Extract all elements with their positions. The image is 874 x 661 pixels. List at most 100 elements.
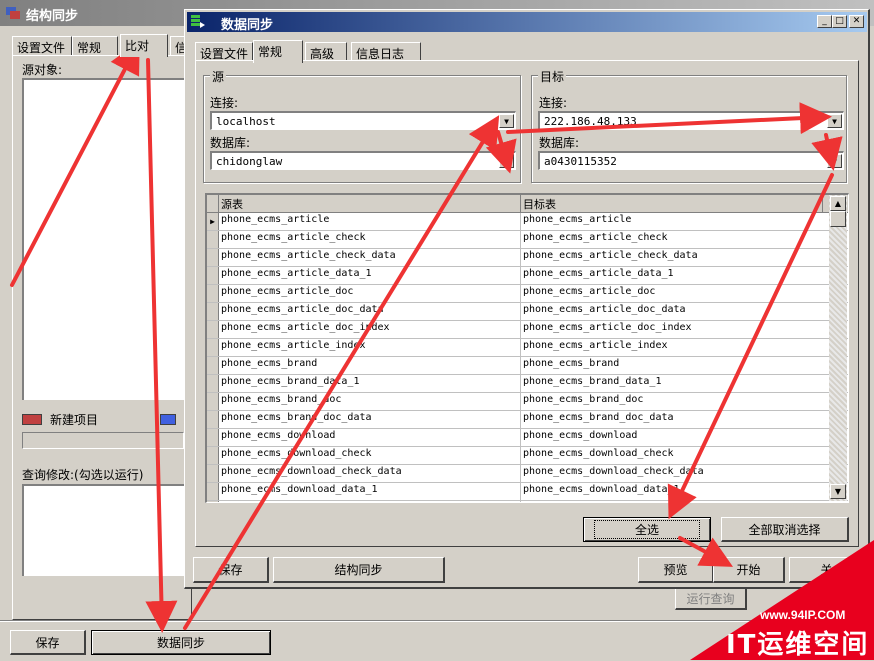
dialog-save-button[interactable]: 保存 — [193, 557, 269, 583]
target-table-cell[interactable]: phone_ecms_article_index — [521, 339, 823, 356]
target-table-cell[interactable]: phone_ecms_article_data_1 — [521, 267, 823, 284]
chevron-down-icon: ▼ — [834, 487, 842, 496]
tab-settings-file[interactable]: 设置文件 — [195, 42, 253, 62]
table-row[interactable]: phone_ecms_article_doc phone_ecms_article… — [207, 285, 848, 303]
table-row[interactable]: ▶ phone_ecms_article phone_ecms_article — [207, 213, 848, 231]
minimize-button[interactable]: _ — [817, 15, 832, 28]
table-row[interactable]: phone_ecms_download_check phone_ecms_down… — [207, 447, 848, 465]
table-row[interactable]: phone_ecms_download phone_ecms_download — [207, 429, 848, 447]
target-table-cell[interactable]: phone_ecms_download_check_data — [521, 465, 823, 482]
scroll-down-button[interactable]: ▼ — [830, 484, 846, 499]
target-table-cell[interactable]: phone_ecms_article_doc_data — [521, 303, 823, 320]
tab-advanced[interactable]: 高级 — [305, 42, 347, 62]
source-table-cell[interactable]: phone_ecms_article_doc_index — [219, 321, 521, 338]
source-table-cell[interactable]: phone_ecms_download_data_1 — [219, 483, 521, 500]
table-row[interactable]: phone_ecms_article_check_data phone_ecms_… — [207, 249, 848, 267]
select-all-button[interactable]: 全选 — [583, 517, 711, 542]
grid-body: ▶ phone_ecms_article phone_ecms_article pho… — [207, 213, 848, 502]
table-row[interactable]: phone_ecms_brand_doc_data phone_ecms_bran… — [207, 411, 848, 429]
source-table-cell[interactable]: phone_ecms_download_check — [219, 447, 521, 464]
source-table-cell[interactable]: phone_ecms_article_check_data — [219, 249, 521, 266]
source-table-cell[interactable]: phone_ecms_brand_doc — [219, 393, 521, 410]
source-database-label: 数据库: — [210, 136, 251, 150]
grid-scrollbar[interactable]: ▲ ▼ — [829, 195, 847, 501]
source-table-cell[interactable]: phone_ecms_article_data_1 — [219, 267, 521, 284]
bg-tab-general[interactable]: 常规 — [72, 36, 118, 56]
source-table-cell[interactable]: phone_ecms_article_doc_data — [219, 303, 521, 320]
close-window-button[interactable]: ✕ — [849, 15, 864, 28]
table-row[interactable]: phone_ecms_article_data_1 phone_ecms_arti… — [207, 267, 848, 285]
source-table-cell[interactable]: phone_ecms_download — [219, 429, 521, 446]
table-row[interactable]: phone_ecms_brand_doc phone_ecms_brand_doc — [207, 393, 848, 411]
chevron-up-icon: ▲ — [834, 199, 842, 208]
target-table-cell[interactable]: phone_ecms_article_doc — [521, 285, 823, 302]
row-indicator — [207, 267, 219, 284]
chevron-down-icon[interactable]: ▼ — [499, 114, 514, 128]
bg-progress-bar — [22, 432, 184, 449]
deselect-all-button[interactable]: 全部取消选择 — [721, 517, 849, 542]
row-pointer-icon: ▶ — [207, 213, 219, 230]
target-table-cell[interactable]: phone_ecms_article_check — [521, 231, 823, 248]
table-row[interactable]: phone_ecms_article_doc_data phone_ecms_ar… — [207, 303, 848, 321]
table-row[interactable]: phone_ecms_download_check_data phone_ecms… — [207, 465, 848, 483]
source-table-cell[interactable]: phone_ecms_article — [219, 213, 521, 230]
chevron-down-icon[interactable]: ▼ — [827, 114, 842, 128]
scroll-up-button[interactable]: ▲ — [830, 196, 846, 211]
scroll-thumb[interactable] — [830, 211, 846, 227]
tab-general[interactable]: 常规 — [253, 40, 303, 63]
dialog-titlebar: 数据同步 _ □ ✕ — [187, 12, 867, 33]
bg-save-button[interactable]: 保存 — [10, 630, 86, 655]
target-table-cell[interactable]: phone_ecms_article_check_data — [521, 249, 823, 266]
table-row[interactable]: phone_ecms_article_doc_index phone_ecms_a… — [207, 321, 848, 339]
target-table-cell[interactable]: phone_ecms_brand_doc_data — [521, 411, 823, 428]
source-table-cell[interactable]: phone_ecms_brand — [219, 357, 521, 374]
table-row[interactable]: phone_ecms_brand_data_1 phone_ecms_brand_… — [207, 375, 848, 393]
target-table-cell[interactable]: phone_ecms_download_check — [521, 447, 823, 464]
source-connection-select[interactable]: localhost ▼ — [210, 111, 516, 130]
grid-header: 源表 目标表 — [207, 195, 848, 213]
grid-header-source[interactable]: 源表 — [219, 195, 521, 212]
source-table-cell[interactable]: phone_ecms_brand_data_1 — [219, 375, 521, 392]
tab-info-log[interactable]: 信息日志 — [351, 42, 421, 62]
target-table-cell[interactable]: phone_ecms_article_doc_index — [521, 321, 823, 338]
target-table-cell[interactable]: phone_ecms_download_doc — [521, 501, 823, 502]
table-row[interactable]: phone_ecms_article_index phone_ecms_artic… — [207, 339, 848, 357]
legend-blue-swatch — [160, 414, 176, 425]
source-table-cell[interactable]: phone_ecms_article_doc — [219, 285, 521, 302]
table-row[interactable]: phone_ecms_download_data_1 phone_ecms_dow… — [207, 483, 848, 501]
table-mapping-grid[interactable]: 源表 目标表 ▶ phone_ecms_article phone_ecms_art… — [205, 193, 849, 503]
minimize-icon: _ — [822, 16, 827, 26]
bg-tab-compare[interactable]: 比对 — [120, 34, 168, 57]
target-table-cell[interactable]: phone_ecms_brand_data_1 — [521, 375, 823, 392]
maximize-button[interactable]: □ — [832, 15, 847, 28]
source-table-cell[interactable]: phone_ecms_brand_doc_data — [219, 411, 521, 428]
structure-sync-button[interactable]: 结构同步 — [273, 557, 445, 583]
target-table-cell[interactable]: phone_ecms_download_data_1 — [521, 483, 823, 500]
target-table-cell[interactable]: phone_ecms_download — [521, 429, 823, 446]
target-table-cell[interactable]: phone_ecms_brand — [521, 357, 823, 374]
table-row[interactable]: phone_ecms_article_check phone_ecms_artic… — [207, 231, 848, 249]
target-connection-select[interactable]: 222.186.48.133 ▼ — [538, 111, 844, 130]
close-icon: ✕ — [852, 16, 861, 26]
row-indicator — [207, 321, 219, 338]
row-indicator — [207, 357, 219, 374]
source-table-cell[interactable]: phone_ecms_article_check — [219, 231, 521, 248]
grid-header-target[interactable]: 目标表 — [521, 195, 823, 212]
source-table-cell[interactable]: phone_ecms_download_check_data — [219, 465, 521, 482]
bg-data-sync-button[interactable]: 数据同步 — [91, 630, 271, 655]
bg-query-modify-list[interactable] — [22, 484, 187, 576]
table-row[interactable]: phone_ecms_download_docphone_ecms_downlo… — [207, 501, 848, 502]
source-table-cell[interactable]: phone_ecms_article_index — [219, 339, 521, 356]
source-table-cell[interactable]: phone_ecms_download_doc — [219, 501, 521, 502]
row-indicator — [207, 447, 219, 464]
target-table-cell[interactable]: phone_ecms_article — [521, 213, 823, 230]
table-row[interactable]: phone_ecms_brand phone_ecms_brand — [207, 357, 848, 375]
target-table-cell[interactable]: phone_ecms_brand_doc — [521, 393, 823, 410]
chevron-down-icon[interactable]: ▼ — [499, 154, 514, 168]
chevron-down-icon[interactable]: ▼ — [827, 154, 842, 168]
bg-window-title: 结构同步 — [26, 9, 79, 24]
target-database-select[interactable]: a0430115352 ▼ — [538, 151, 844, 170]
source-database-select[interactable]: chidonglaw ▼ — [210, 151, 516, 170]
bg-tab-settings-file[interactable]: 设置文件 — [12, 36, 72, 56]
bg-source-objects-list[interactable] — [22, 78, 187, 400]
